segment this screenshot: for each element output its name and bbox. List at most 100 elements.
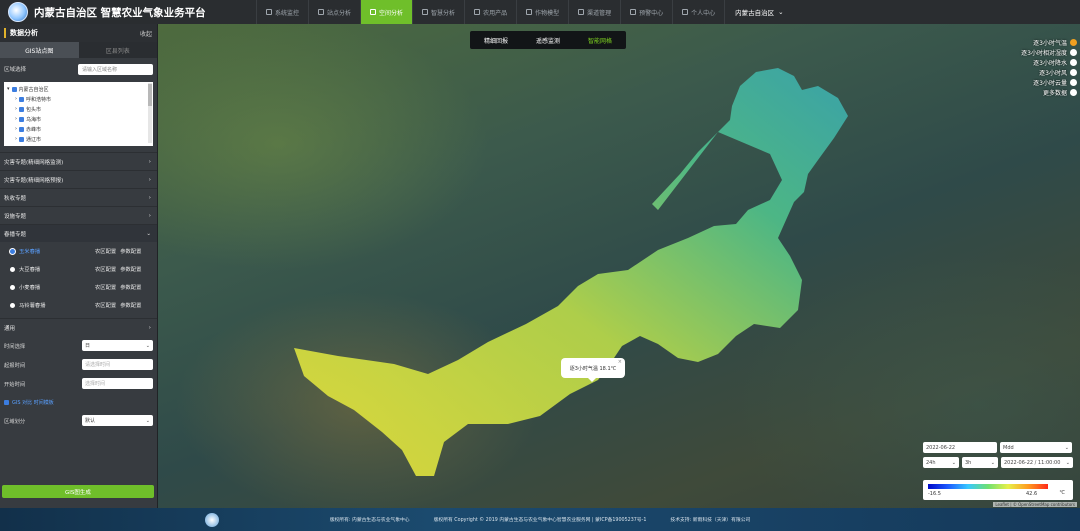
layer-cloud[interactable]: 逐3小时云量 (999, 77, 1077, 87)
channel-icon (578, 9, 585, 15)
region-row: 区域选择 请输入区域名称 (0, 58, 157, 80)
section-autumn-harvest[interactable]: 秋收专题 › (0, 188, 157, 206)
chevron-down-icon: ⌄ (146, 230, 151, 237)
nav-item-crop-model[interactable]: 作物模型 (516, 0, 568, 24)
section-general[interactable]: 通用 › (0, 318, 157, 336)
date-picker[interactable]: 2022-06-22 (923, 442, 997, 453)
tree-item[interactable]: › 包头市 (7, 104, 150, 114)
checkbox[interactable] (11, 86, 17, 92)
close-icon[interactable]: × (618, 359, 622, 365)
crop-item-corn[interactable]: 玉米春播 农区配置 参数配置 (0, 242, 157, 260)
section-spring-sowing[interactable]: 春播专题 ⌄ (0, 224, 157, 242)
footer-support: 技术支持: 新雨科技（天津）有限公司 (670, 518, 751, 523)
nav-item-channel[interactable]: 渠道管理 (568, 0, 620, 24)
tab-county-list[interactable]: 区县列表 (78, 42, 157, 58)
user-icon (682, 9, 689, 15)
zone-config-link[interactable]: 农区配置 (95, 247, 116, 255)
time-select[interactable]: 日 ⌄ (82, 340, 153, 351)
element-select[interactable]: Mdd ⌄ (1000, 442, 1072, 453)
mode-remote-sensing[interactable]: 遥感监测 (522, 31, 574, 49)
legend-max: 42.6 (1026, 491, 1038, 497)
time-controls: 2022-06-22 Mdd ⌄ 24h ⌄ 3h ⌄ 2022-06-22 / 11… (923, 442, 1073, 472)
radio-button[interactable] (10, 284, 15, 290)
chart-icon (422, 9, 429, 15)
param-config-link[interactable]: 参数配置 (120, 301, 141, 309)
inner-mongolia-region[interactable] (294, 68, 848, 476)
nav-item-system-monitor[interactable]: 系统监控 (256, 0, 308, 24)
map-view[interactable]: 精细回报 遥感监测 智能网格 逐3小时气温 逐3小时相对湿度 逐3小时降水 逐3… (158, 24, 1080, 508)
section-disaster-monitor[interactable]: 灾害专题(精细网格监测) › (0, 152, 157, 170)
tree-scroll-thumb[interactable] (148, 84, 152, 106)
tab-gis-map[interactable]: GIS站点图 (0, 42, 79, 58)
layer-list: 逐3小时气温 逐3小时相对湿度 逐3小时降水 逐3小时风 逐3小时云量 更多数据 (999, 37, 1077, 97)
wind-icon (1070, 68, 1077, 76)
step-select[interactable]: 3h ⌄ (962, 457, 998, 468)
begin-time-input[interactable]: 选择时间 (82, 378, 153, 389)
sidebar: 数据分析 收起 GIS站点图 区县列表 区域选择 请输入区域名称 ▾ 内蒙古自治区… (0, 24, 158, 508)
area-division-select[interactable]: 默认 ⌄ (82, 415, 153, 426)
app-title: 内蒙古自治区 智慧农业气象业务平台 (34, 6, 206, 19)
layer-temperature[interactable]: 逐3小时气温 (999, 37, 1077, 47)
tree-item[interactable]: › 通辽市 (7, 134, 150, 144)
layer-humidity[interactable]: 逐3小时相对湿度 (999, 47, 1077, 57)
param-config-link[interactable]: 参数配置 (120, 283, 141, 291)
legend-unit: ℃ (1059, 490, 1065, 496)
crop-item-wheat[interactable]: 小麦春播 农区配置 参数配置 (0, 278, 157, 296)
checkbox[interactable] (4, 399, 9, 405)
product-icon (474, 9, 481, 15)
map-attribution[interactable]: Leaflet | © OpenStreetMap contributors (993, 502, 1077, 507)
thermometer-icon (1070, 38, 1077, 46)
radio-button[interactable] (10, 302, 15, 308)
tree-item[interactable]: › 赤峰市 (7, 124, 150, 134)
nav-item-spatial-analysis[interactable]: 空间分析 (360, 0, 413, 24)
start-time-input[interactable]: 请选择时间 (82, 359, 153, 370)
mode-fine-return[interactable]: 精细回报 (470, 31, 522, 49)
checkbox[interactable] (19, 136, 24, 142)
generate-gis-button[interactable]: GIS图生成 (2, 485, 154, 498)
more-icon (1070, 88, 1077, 96)
range-select[interactable]: 24h ⌄ (923, 457, 959, 468)
chevron-down-icon: ⌄ (778, 8, 784, 16)
model-icon (526, 9, 533, 15)
sidebar-header: 数据分析 收起 (0, 24, 157, 42)
zone-config-link[interactable]: 农区配置 (95, 301, 116, 309)
crop-item-potato[interactable]: 马铃薯春播 农区配置 参数配置 (0, 296, 157, 314)
tree-item[interactable]: › 乌海市 (7, 114, 150, 124)
sidebar-tabs: GIS站点图 区县列表 (0, 42, 157, 58)
checkbox[interactable] (19, 106, 24, 112)
color-legend: -16.5 42.6 ℃ (923, 480, 1073, 500)
checkbox[interactable] (19, 116, 24, 122)
layer-more-data[interactable]: 更多数据 (999, 87, 1077, 97)
area-division-row: 区域划分 默认 ⌄ (0, 411, 157, 430)
section-disaster-forecast[interactable]: 灾害专题(精细网格预报) › (0, 170, 157, 188)
nav-item-products[interactable]: 农用产品 (464, 0, 516, 24)
chevron-down-icon: ⌄ (1064, 444, 1069, 451)
datetime-select[interactable]: 2022-06-22 / 11:00:00 ⌄ (1001, 457, 1073, 468)
nav-item-user-center[interactable]: 个人中心 (672, 0, 724, 24)
checkbox[interactable] (19, 126, 24, 132)
mode-smart-grid[interactable]: 智能网格 (574, 31, 626, 49)
tree-item[interactable]: › 呼和浩特市 (7, 94, 150, 104)
radio-button[interactable] (10, 266, 15, 272)
region-search-input[interactable]: 请输入区域名称 (78, 63, 153, 75)
radio-button[interactable] (10, 248, 15, 254)
layer-wind[interactable]: 逐3小时风 (999, 67, 1077, 77)
region-select[interactable]: 内蒙古自治区 ⌄ (724, 0, 793, 24)
crop-item-soybean[interactable]: 大豆春播 农区配置 参数配置 (0, 260, 157, 278)
monitor-icon (266, 9, 272, 15)
checkbox[interactable] (19, 96, 24, 102)
param-config-link[interactable]: 参数配置 (120, 265, 141, 273)
zone-config-link[interactable]: 农区配置 (95, 283, 116, 291)
zone-config-link[interactable]: 农区配置 (95, 265, 116, 273)
param-config-link[interactable]: 参数配置 (120, 247, 141, 255)
nav-item-smart-analysis[interactable]: 智慧分析 (412, 0, 464, 24)
time-select-row: 时间选择日 ⌄ (0, 336, 157, 355)
section-facility[interactable]: 设施专题 › (0, 206, 157, 224)
compare-template-link[interactable]: GIS 对比 时间模板 (0, 393, 157, 411)
chevron-right-icon: › (148, 194, 151, 201)
layer-precipitation[interactable]: 逐3小时降水 (999, 57, 1077, 67)
tree-item-root[interactable]: ▾ 内蒙古自治区 (7, 84, 150, 94)
collapse-button[interactable]: 收起 (140, 29, 152, 38)
nav-item-station-analysis[interactable]: 站点分析 (308, 0, 360, 24)
nav-item-warning[interactable]: 预警中心 (620, 0, 672, 24)
